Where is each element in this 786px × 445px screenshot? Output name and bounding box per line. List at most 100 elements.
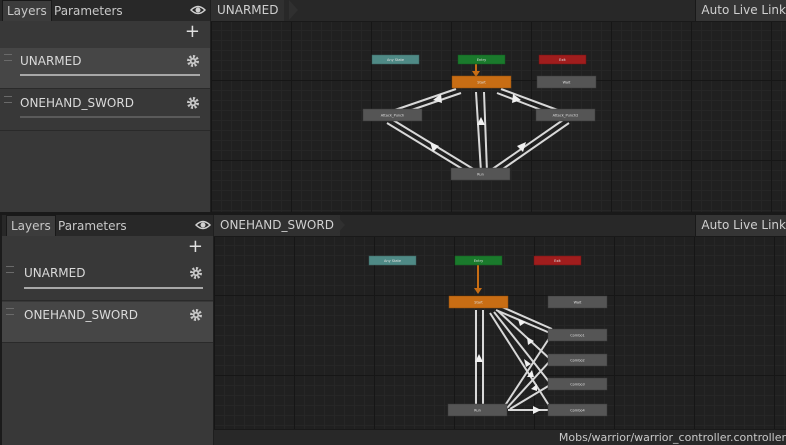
node-label: Attack_Punch2 <box>553 114 579 118</box>
breadcrumb-bar: UNARMED Auto Live Link <box>211 0 786 22</box>
transition-run-punch2 <box>496 122 570 174</box>
transition-combo1-start <box>501 306 553 330</box>
breadcrumb-bar: ONEHAND_SWORD Auto Live Link <box>214 215 786 237</box>
state-graph-canvas: Any State Entry Exit Start Wait Attack_P… <box>362 54 597 181</box>
layer-item-onehand-sword[interactable]: ONEHAND_SWORD <box>2 302 213 343</box>
node-label: Entry <box>474 259 483 263</box>
auto-live-link-button[interactable]: Auto Live Link <box>695 215 786 236</box>
breadcrumb[interactable]: UNARMED <box>211 0 285 21</box>
entry-connector <box>474 265 482 294</box>
node-any-state[interactable]: Any State <box>371 54 420 65</box>
eye-icon[interactable] <box>195 218 211 232</box>
transition-start-punch <box>388 88 457 113</box>
node-label: Exit <box>554 259 561 263</box>
node-exit[interactable]: Exit <box>533 255 582 266</box>
node-label: Attack_Punch <box>381 114 405 118</box>
tab-parameters[interactable]: Parameters <box>54 216 131 236</box>
node-label: Wait <box>563 81 571 85</box>
tab-parameters[interactable]: Parameters <box>50 1 127 21</box>
breadcrumb[interactable]: ONEHAND_SWORD <box>214 215 340 236</box>
node-label: Wait <box>574 301 582 305</box>
node-label: Combo3 <box>570 383 585 387</box>
sidebar-tabs: Layers Parameters <box>0 0 210 22</box>
node-combo2[interactable]: Combo2 <box>547 353 608 367</box>
state-machine-graph[interactable]: UNARMED Auto Live Link Any State Entry E… <box>211 0 786 212</box>
transition-arrows <box>430 94 526 152</box>
node-label: Exit <box>559 58 566 62</box>
arrow-icon <box>533 406 541 414</box>
node-label: Combo4 <box>570 409 585 413</box>
node-label: Any State <box>384 259 401 263</box>
drag-handle-icon[interactable] <box>4 54 12 61</box>
layer-weight-bar <box>20 74 200 76</box>
animator-panel-top: Layers Parameters + UNARMED ONEHAND_SWOR… <box>0 0 786 212</box>
node-entry[interactable]: Entry <box>457 54 506 65</box>
node-run[interactable]: Run <box>447 403 508 417</box>
layers-sidebar: Layers Parameters + UNARMED ONEHAND_SWOR… <box>2 215 214 445</box>
node-combo3[interactable]: Combo3 <box>547 377 608 391</box>
gear-icon[interactable] <box>189 266 203 280</box>
node-label: Any State <box>387 58 404 62</box>
node-wait[interactable]: Wait <box>536 75 597 89</box>
layer-name: UNARMED <box>24 266 86 280</box>
add-layer-bar: + <box>2 236 213 260</box>
node-exit[interactable]: Exit <box>538 54 587 65</box>
transitions <box>475 306 553 411</box>
arrow-icon <box>531 384 537 391</box>
tab-layers[interactable]: Layers <box>6 215 56 237</box>
node-attack-punch2[interactable]: Attack_Punch2 <box>535 108 596 122</box>
node-label: Run <box>474 409 481 413</box>
breadcrumb-arrow <box>336 215 345 235</box>
node-start[interactable]: Start <box>451 75 512 89</box>
node-run[interactable]: Run <box>450 167 511 181</box>
tab-layers[interactable]: Layers <box>2 0 52 22</box>
transition-run-start <box>483 91 488 173</box>
layer-item-unarmed[interactable]: UNARMED <box>2 260 213 301</box>
node-entry[interactable]: Entry <box>454 255 503 266</box>
animator-panel-bottom: Layers Parameters + UNARMED ONEHAND_SWOR… <box>0 215 786 445</box>
node-label: Combo1 <box>570 334 585 338</box>
node-any-state[interactable]: Any State <box>368 255 417 266</box>
node-combo4[interactable]: Combo4 <box>547 403 608 417</box>
breadcrumb-arrow <box>289 0 298 20</box>
sidebar-tabs: Layers Parameters <box>2 215 213 237</box>
node-label: Run <box>477 173 484 177</box>
node-label: Entry <box>477 58 486 62</box>
layer-weight-bar <box>20 116 200 118</box>
layer-item-unarmed[interactable]: UNARMED <box>0 48 210 89</box>
layer-weight-bar <box>24 287 203 289</box>
transition-start-run <box>475 91 482 173</box>
node-label: Start <box>477 81 486 85</box>
state-graph-canvas: Any State Entry Exit Start Wait Combo1 C… <box>368 255 608 417</box>
layer-name: ONEHAND_SWORD <box>20 96 134 110</box>
drag-handle-icon[interactable] <box>4 96 12 103</box>
plus-icon[interactable]: + <box>185 23 200 41</box>
layer-item-onehand-sword[interactable]: ONEHAND_SWORD <box>0 90 210 131</box>
drag-handle-icon[interactable] <box>6 266 14 273</box>
asset-path-status: Mobs/warrior/warrior_controller.controll… <box>214 429 786 445</box>
node-label: Combo2 <box>570 359 585 363</box>
transitions <box>386 88 570 174</box>
gear-icon[interactable] <box>186 96 200 110</box>
node-attack-punch[interactable]: Attack_Punch <box>362 108 423 122</box>
layer-name: UNARMED <box>20 54 82 68</box>
node-start[interactable]: Start <box>448 295 509 309</box>
entry-connector <box>472 64 480 77</box>
gear-icon[interactable] <box>189 308 203 322</box>
auto-live-link-button[interactable]: Auto Live Link <box>695 0 786 21</box>
drag-handle-icon[interactable] <box>6 308 14 315</box>
plus-icon[interactable]: + <box>188 238 203 256</box>
node-label: Start <box>474 301 483 305</box>
layer-name: ONEHAND_SWORD <box>24 308 138 322</box>
add-layer-bar: + <box>0 21 210 45</box>
transition-start-combo2 <box>497 310 551 360</box>
node-wait[interactable]: Wait <box>547 295 608 309</box>
transition-run-punch <box>386 122 470 174</box>
state-machine-graph[interactable]: ONEHAND_SWORD Auto Live Link Any State E… <box>214 215 786 430</box>
node-combo1[interactable]: Combo1 <box>547 328 608 342</box>
eye-icon[interactable] <box>190 3 206 17</box>
transition-start-punch2 <box>500 88 564 113</box>
gear-icon[interactable] <box>186 54 200 68</box>
transition-punch2-run <box>490 119 564 171</box>
layers-sidebar: Layers Parameters + UNARMED ONEHAND_SWOR… <box>0 0 211 212</box>
